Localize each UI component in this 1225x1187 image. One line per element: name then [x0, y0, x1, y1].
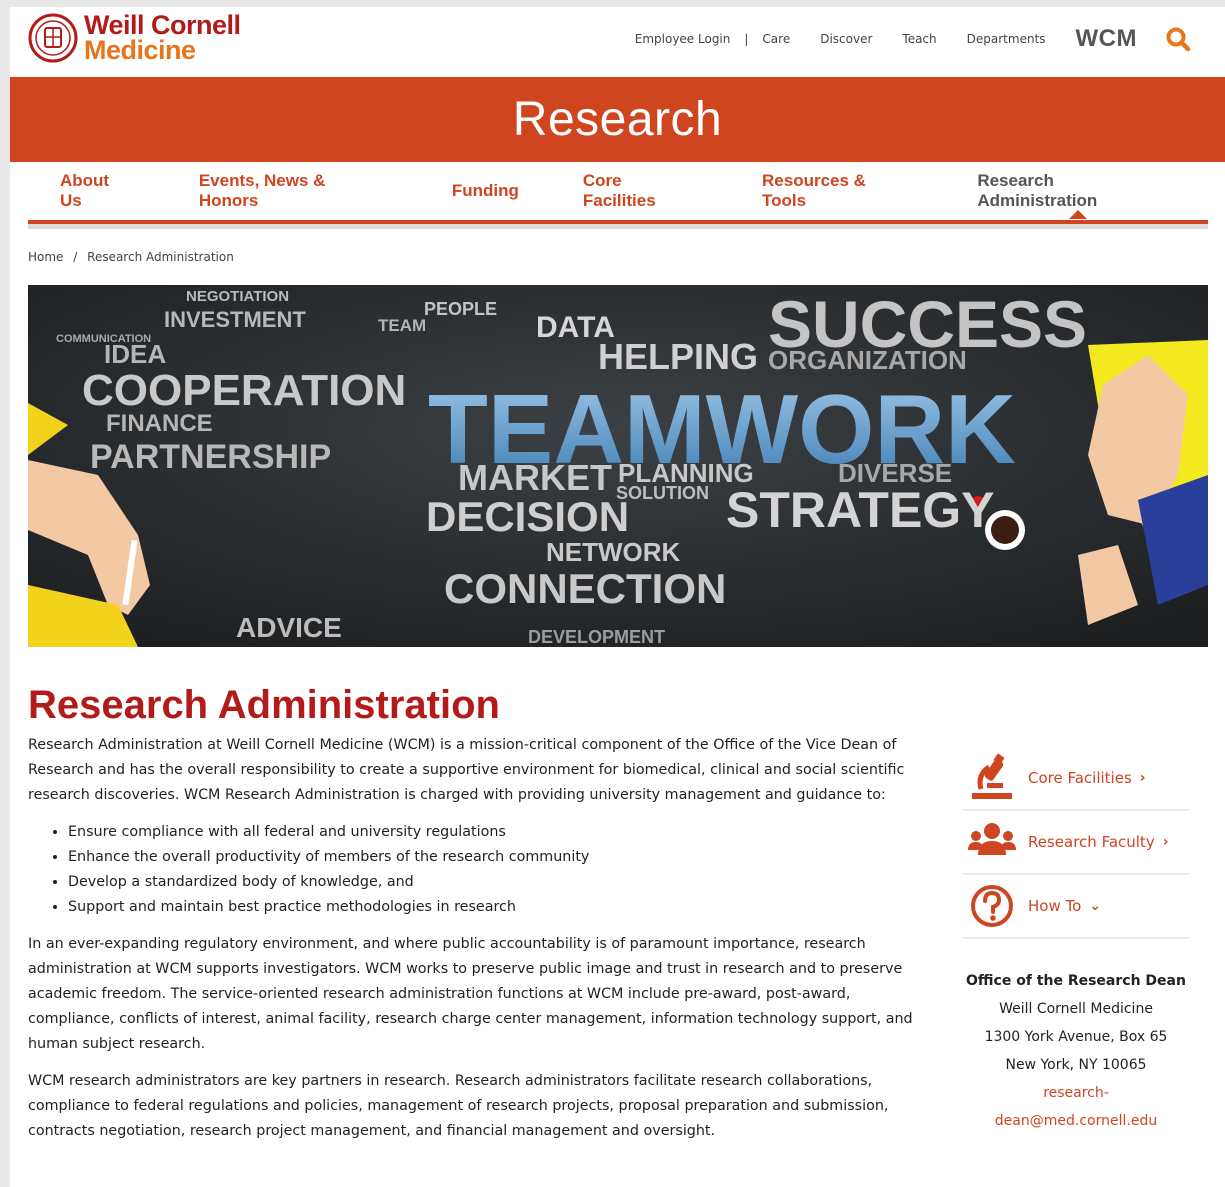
list-item: Ensure compliance with all federal and u… [68, 820, 918, 845]
main-nav: About Us Events, News & Honors Funding C… [28, 162, 1208, 224]
list-item: Develop a standardized body of knowledge… [68, 870, 918, 895]
sidebar-item-how-to[interactable]: How To ⌄ [962, 875, 1190, 939]
microscope-icon [972, 753, 1012, 799]
utility-separator: | [744, 32, 749, 46]
word-solution: SOLUTION [616, 483, 709, 503]
discover-link[interactable]: Discover [820, 32, 872, 46]
nav-about-us[interactable]: About Us [28, 171, 167, 211]
teach-link[interactable]: Teach [902, 32, 936, 46]
word-market: MARKET [458, 457, 612, 498]
list-item: Enhance the overall productivity of memb… [68, 845, 918, 870]
sidebar: Core Facilities › Research Faculty › How… [962, 747, 1190, 1135]
cornell-seal-icon [28, 13, 78, 63]
chevron-down-icon: ⌄ [1089, 898, 1102, 914]
teamwork-word-cloud: TEAMWORK COOPERATION PARTNERSHIP SUCCESS… [28, 285, 1208, 647]
word-data: DATA [536, 311, 615, 344]
responsibilities-list: Ensure compliance with all federal and u… [28, 820, 918, 920]
chevron-right-icon: › [1162, 834, 1169, 850]
office-title: Office of the Research Dean [966, 973, 1186, 989]
people-group-icon [968, 823, 1016, 855]
sidebar-item-label: Core Facilities [1028, 769, 1132, 787]
word-development: DEVELOPMENT [528, 627, 665, 647]
word-people: PEOPLE [424, 299, 497, 319]
administrators-paragraph: WCM research administrators are key part… [28, 1073, 889, 1139]
word-helping: HELPING [598, 336, 758, 377]
nav-events-news-honors[interactable]: Events, News & Honors [167, 171, 420, 211]
utility-nav: Employee Login | Care Discover Teach Dep… [635, 25, 1191, 53]
word-partnership: PARTNERSHIP [90, 438, 331, 476]
word-advice: ADVICE [236, 612, 342, 643]
word-investment: INVESTMENT [164, 307, 306, 332]
word-team: TEAM [378, 316, 426, 335]
word-cooperation: COOPERATION [82, 366, 406, 415]
wcm-wordmark[interactable]: WCM [1076, 25, 1137, 53]
employee-login-link[interactable]: Employee Login [635, 32, 731, 46]
nav-funding[interactable]: Funding [420, 181, 551, 201]
banner-title: Research [512, 93, 723, 146]
word-decision: DECISION [426, 493, 629, 540]
chevron-right-icon: › [1139, 770, 1146, 786]
sidebar-item-research-faculty[interactable]: Research Faculty › [962, 811, 1190, 875]
sidebar-item-label: Research Faculty [1028, 833, 1155, 851]
breadcrumb: Home / Research Administration [28, 250, 234, 264]
sidebar-item-label: How To [1028, 897, 1082, 915]
care-link[interactable]: Care [762, 32, 790, 46]
sidebar-item-core-facilities[interactable]: Core Facilities › [962, 747, 1190, 811]
hero-image: TEAMWORK COOPERATION PARTNERSHIP SUCCESS… [28, 285, 1208, 647]
nav-research-administration[interactable]: Research Administration [945, 171, 1208, 219]
logo-wordmark: Weill Cornell Medicine [84, 12, 241, 65]
section-banner: Research [10, 77, 1225, 162]
search-icon[interactable] [1165, 26, 1191, 52]
regulatory-paragraph: In an ever-expanding regulatory environm… [28, 936, 913, 1052]
office-line: New York, NY 10065 [1005, 1057, 1147, 1073]
office-contact: Office of the Research Dean Weill Cornel… [962, 967, 1190, 1135]
intro-paragraph: Research Administration at Weill Cornell… [28, 737, 905, 803]
word-negotiation: NEGOTIATION [186, 288, 289, 305]
question-icon [971, 885, 1013, 927]
page: Weill Cornell Medicine Employee Login | … [10, 7, 1225, 1187]
wcm-logo[interactable]: Weill Cornell Medicine [28, 12, 241, 65]
breadcrumb-current: Research Administration [87, 250, 234, 264]
word-communication: COMMUNICATION [56, 333, 151, 345]
word-organization: ORGANIZATION [768, 345, 967, 375]
list-item: Support and maintain best practice metho… [68, 895, 918, 920]
word-connection: CONNECTION [444, 565, 726, 612]
word-network: NETWORK [546, 537, 681, 567]
office-line: Weill Cornell Medicine [999, 1001, 1153, 1017]
logo-line-2: Medicine [84, 35, 196, 65]
main-content: Research Administration at Weill Cornell… [28, 733, 918, 1156]
breadcrumb-separator: / [73, 250, 78, 264]
nav-resources-tools[interactable]: Resources & Tools [730, 171, 945, 211]
office-email-link[interactable]: research-dean@med.cornell.edu [962, 1079, 1190, 1135]
nav-divider [28, 224, 1208, 229]
top-header: Weill Cornell Medicine Employee Login | … [10, 7, 1225, 77]
breadcrumb-home[interactable]: Home [28, 250, 63, 264]
word-finance: FINANCE [106, 410, 213, 437]
departments-link[interactable]: Departments [967, 32, 1046, 46]
office-line: 1300 York Avenue, Box 65 [984, 1029, 1168, 1045]
word-strategy: STRATEGY [726, 482, 995, 538]
page-title: Research Administration [28, 683, 500, 727]
nav-core-facilities[interactable]: Core Facilities [551, 171, 730, 211]
